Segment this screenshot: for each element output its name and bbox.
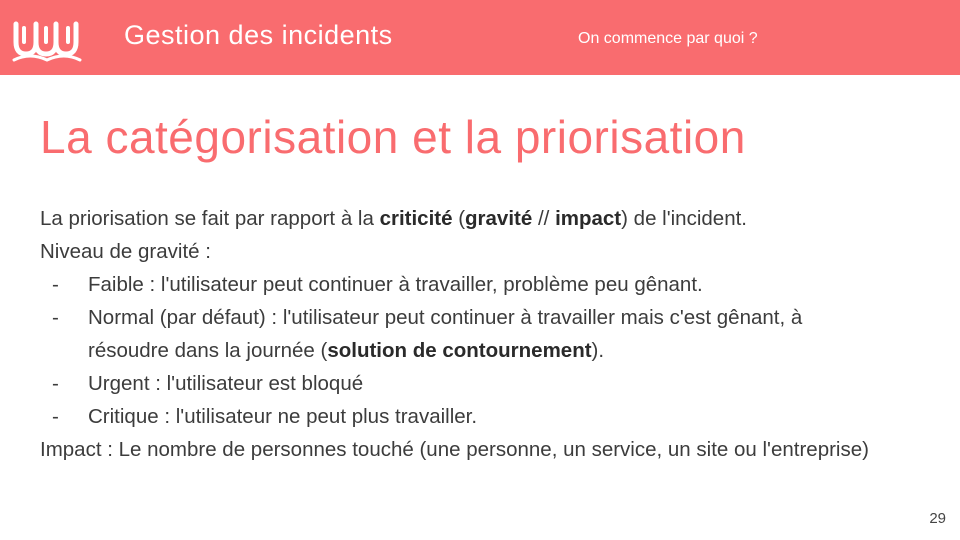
bullet-dash: - (52, 306, 59, 329)
bullet-dash: - (52, 372, 59, 395)
bullet-text: Urgent : l'utilisateur est bloqué (88, 372, 364, 395)
bullet-text-end: ). (591, 339, 605, 362)
intro-bold-criticite: criticité (379, 207, 453, 230)
impact-paragraph: Impact : Le nombre de personnes touché (… (40, 438, 869, 461)
list-item: - Normal (par défaut) : l'utilisateur peu… (40, 301, 930, 367)
bullet-dash: - (52, 273, 59, 296)
page-number: 29 (929, 510, 946, 527)
list-item: - Urgent : l'utilisateur est bloqué (40, 367, 930, 400)
header-bar: Gestion des incidents On commence par qu… (0, 0, 960, 75)
bullet-text: Critique : l'utilisateur ne peut plus tr… (88, 405, 478, 428)
slide-body: La priorisation se fait par rapport à la… (40, 202, 930, 466)
severity-list: - Faible : l'utilisateur peut continuer à… (40, 268, 930, 433)
intro-text-4: ) de l'incident. (621, 207, 747, 230)
bullet-dash: - (52, 405, 59, 428)
header-subtitle: On commence par quoi ? (578, 30, 758, 47)
severity-heading: Niveau de gravité : (40, 240, 211, 263)
bullet-text: Faible : l'utilisateur peut continuer à … (88, 273, 703, 296)
intro-text-3: // (532, 207, 556, 230)
slide-title: La catégorisation et la priorisation (40, 111, 746, 163)
list-item: - Critique : l'utilisateur ne peut plus t… (40, 400, 930, 433)
bullet-bold-text: solution de contournement (327, 339, 592, 362)
intro-text-1: La priorisation se fait par rapport à la (40, 207, 380, 230)
intro-bold-gravite: gravité (465, 207, 533, 230)
header-title: Gestion des incidents (124, 20, 393, 50)
intro-bold-impact: impact (555, 207, 622, 230)
intro-text-2: ( (452, 207, 466, 230)
list-item: - Faible : l'utilisateur peut continuer à… (40, 268, 930, 301)
intro-paragraph: La priorisation se fait par rapport à la… (40, 202, 930, 235)
wave-logo-icon (12, 21, 82, 62)
